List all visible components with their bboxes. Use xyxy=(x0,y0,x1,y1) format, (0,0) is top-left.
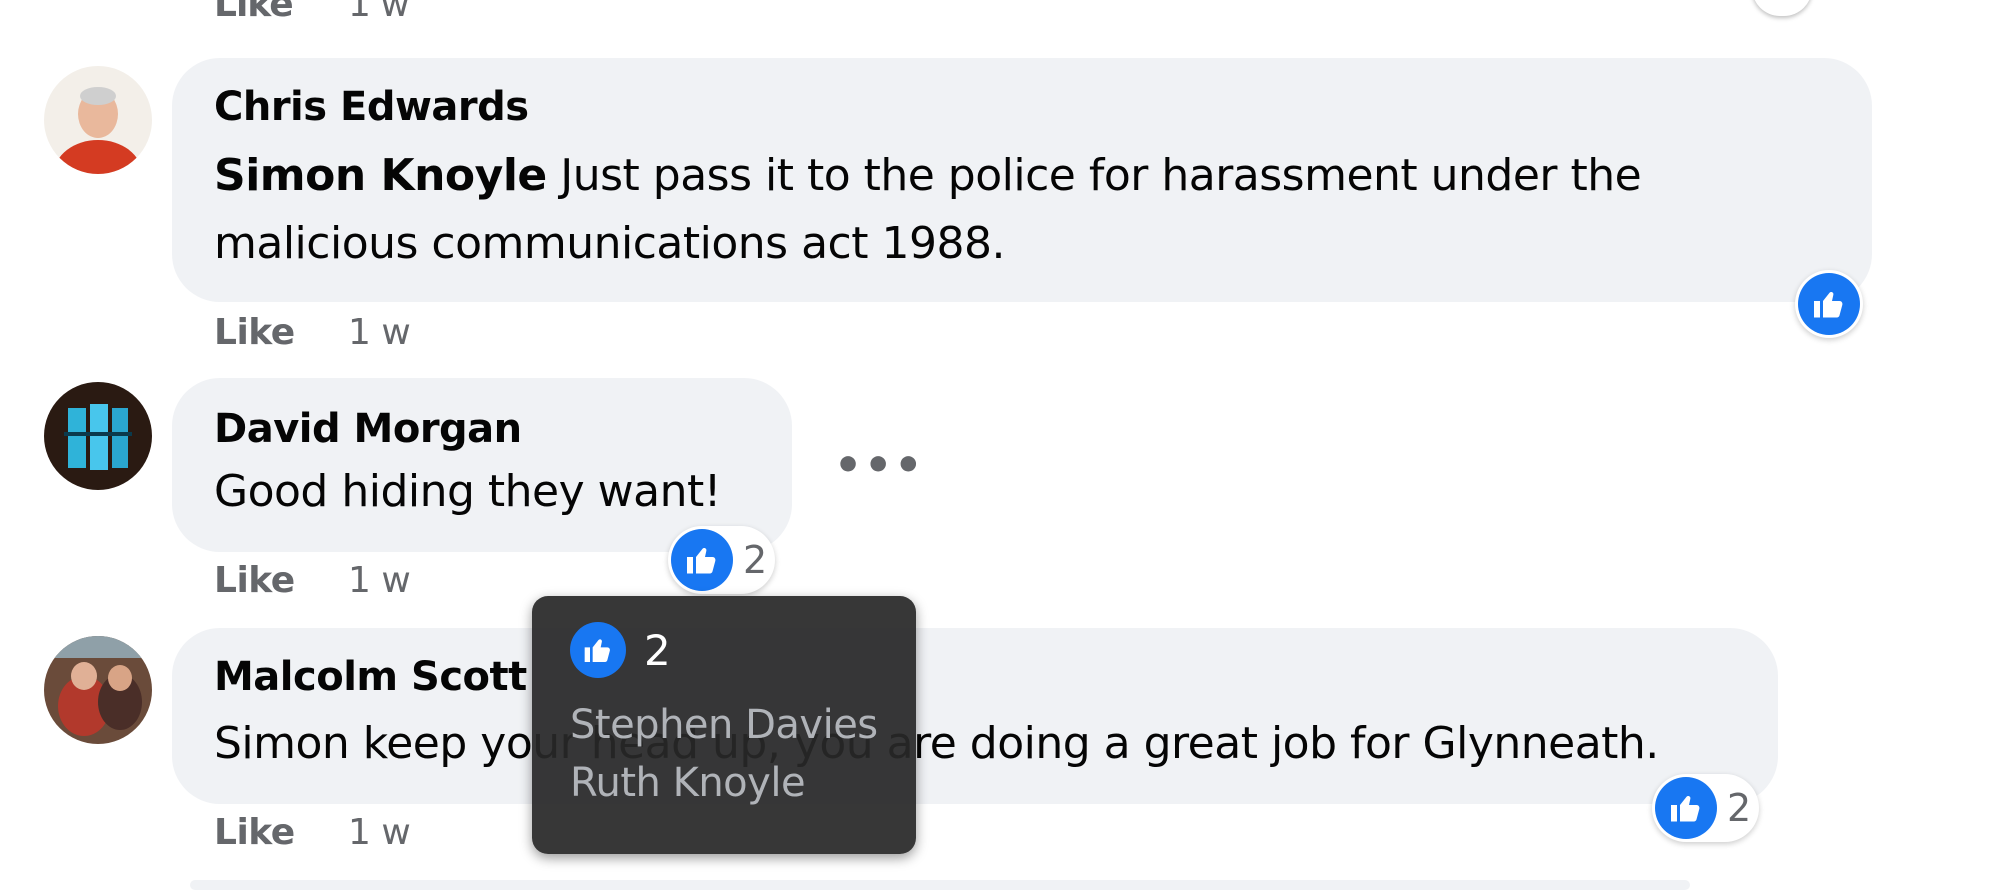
avatar[interactable] xyxy=(44,382,152,490)
reactions-tooltip: 2 Stephen Davies Ruth Knoyle xyxy=(532,596,916,854)
thumbs-up-icon xyxy=(671,529,733,591)
timestamp[interactable]: 1 w xyxy=(348,312,411,353)
like-link[interactable]: Like xyxy=(214,0,294,25)
timestamp[interactable]: 1 w xyxy=(348,560,411,601)
thumbs-up-icon xyxy=(1655,777,1717,839)
reaction-pill[interactable]: 2 xyxy=(668,526,776,594)
reaction-pill[interactable] xyxy=(1795,270,1863,338)
comment-text: Good hiding they want! xyxy=(214,466,721,517)
mention-link[interactable]: Simon Knoyle xyxy=(214,150,547,201)
comment-bubble xyxy=(190,880,1690,890)
thumbs-up-icon xyxy=(1798,273,1860,335)
reaction-count: 2 xyxy=(743,538,768,582)
like-link[interactable]: Like xyxy=(214,560,295,601)
avatar[interactable] xyxy=(44,66,152,174)
tooltip-name: Ruth Knoyle xyxy=(570,760,806,806)
avatar-image xyxy=(44,66,152,174)
timestamp[interactable]: 1 w xyxy=(348,812,411,853)
avatar-image xyxy=(44,636,152,744)
tooltip-count: 2 xyxy=(644,625,671,675)
comment-text-line: malicious communications act 1988. xyxy=(214,218,1005,269)
reaction-pill[interactable] xyxy=(1752,0,1812,16)
reaction-pill[interactable]: 2 xyxy=(1652,774,1760,842)
comment-author[interactable]: David Morgan xyxy=(214,406,522,452)
thumbs-up-icon xyxy=(570,622,626,678)
comment-text: Simon Knoyle Just pass it to the police … xyxy=(214,150,1642,201)
tooltip-header: 2 xyxy=(570,622,671,678)
comment-text: Simon keep your head up, you are doing a… xyxy=(214,718,1659,769)
reaction-count: 2 xyxy=(1727,786,1752,830)
avatar[interactable] xyxy=(44,636,152,744)
comment-author[interactable]: Chris Edwards xyxy=(214,84,529,130)
timestamp[interactable]: 1 w xyxy=(348,0,410,25)
more-options-icon[interactable]: ••• xyxy=(834,440,924,491)
like-link[interactable]: Like xyxy=(214,812,295,853)
tooltip-name: Stephen Davies xyxy=(570,702,878,748)
like-link[interactable]: Like xyxy=(214,312,295,353)
comment-author[interactable]: Malcolm Scott xyxy=(214,654,527,700)
avatar-image xyxy=(44,382,152,490)
